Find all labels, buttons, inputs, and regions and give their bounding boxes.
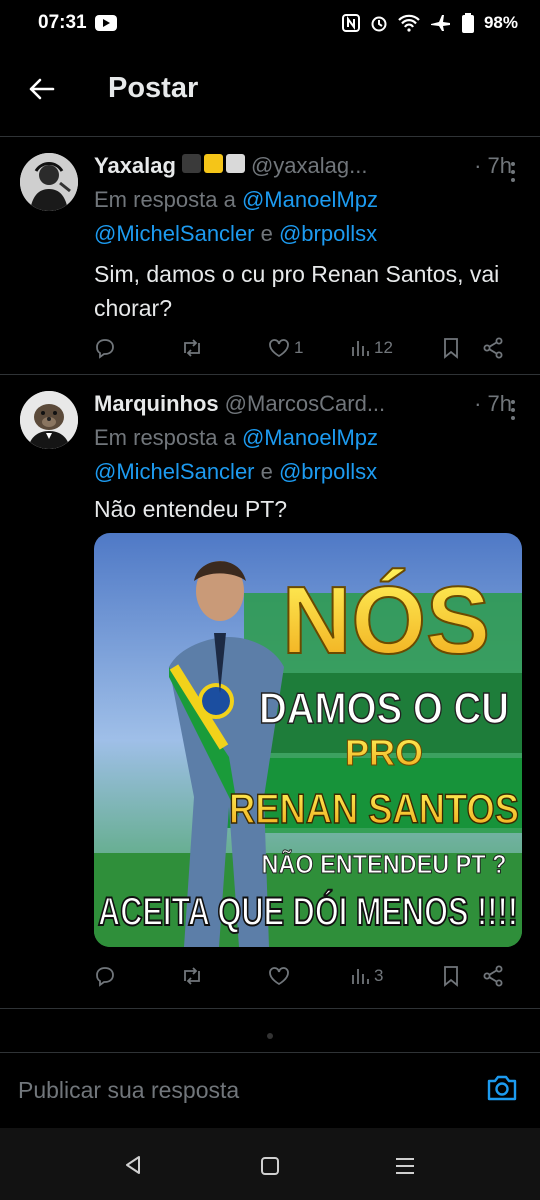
top-bar: Postar (0, 60, 540, 124)
author-handle[interactable]: @MarcosCard... (225, 391, 385, 417)
action-bar: 3 (94, 965, 520, 987)
reply-prefix: Em resposta a (94, 425, 242, 450)
share-button[interactable] (482, 965, 504, 987)
battery-level: 98% (483, 13, 518, 32)
status-bar: 07:31 98% (0, 0, 540, 46)
reply-conjunction: e (254, 459, 279, 484)
views-count: 3 (374, 966, 384, 985)
share-icon (483, 337, 503, 359)
reply-button[interactable] (94, 337, 180, 359)
reply-tweet[interactable]: Yaxalag @yaxalag... · 7h Em resposta a @… (0, 137, 540, 373)
repost-button[interactable] (180, 337, 268, 359)
timestamp[interactable]: · 7h (474, 153, 512, 179)
share-icon (483, 965, 503, 987)
battery-icon (461, 13, 474, 33)
reply-button[interactable] (94, 965, 180, 987)
more-options-icon[interactable] (510, 161, 516, 183)
yellow-square-icon (203, 154, 223, 173)
views-button[interactable]: 3 (350, 966, 442, 986)
bookmark-button[interactable] (442, 337, 482, 359)
alarm-icon (371, 16, 387, 32)
tweet-image[interactable]: NÓS DAMOS O CU PRO RENAN SANTOS NÃO ENTE… (94, 533, 522, 947)
image-caption: PRO (345, 732, 423, 773)
repost-icon (184, 967, 200, 985)
airplane-icon (430, 15, 450, 31)
author-name[interactable]: Marquinhos (94, 391, 219, 417)
like-button[interactable] (268, 966, 350, 986)
author-handle[interactable]: @yaxalag... (251, 153, 368, 179)
views-icon (352, 969, 369, 984)
heart-icon (269, 967, 289, 986)
mention-link[interactable]: @brpollsx (279, 221, 377, 246)
like-count: 1 (294, 338, 304, 357)
reply-input[interactable]: Publicar sua resposta (18, 1077, 239, 1104)
repost-icon (184, 339, 200, 357)
system-nav-bar (0, 1128, 540, 1200)
white-square-icon (225, 154, 245, 173)
avatar[interactable] (20, 153, 78, 211)
repost-button[interactable] (180, 965, 268, 987)
reply-icon (96, 967, 114, 987)
back-arrow-icon[interactable] (26, 74, 58, 106)
more-options-icon[interactable] (510, 399, 516, 421)
mention-link[interactable]: @ManoelMpz (242, 425, 378, 450)
image-caption: RENAN SANTOS (229, 785, 519, 832)
views-count: 12 (374, 338, 393, 357)
wifi-icon (398, 14, 420, 32)
timestamp[interactable]: · 7h (474, 391, 512, 417)
bookmark-icon (444, 966, 458, 987)
tweet-text: Sim, damos o cu pro Renan Santos, vai ch… (94, 261, 500, 321)
nfc-icon (341, 14, 360, 32)
like-button[interactable]: 1 (268, 338, 350, 358)
reply-prefix: Em resposta a (94, 187, 242, 212)
avatar[interactable] (20, 391, 78, 449)
page-title: Postar (108, 72, 199, 104)
mention-link[interactable]: @ManoelMpz (242, 187, 378, 212)
share-button[interactable] (482, 337, 504, 359)
back-nav-icon[interactable] (122, 1154, 144, 1176)
author-name[interactable]: Yaxalag (94, 153, 176, 179)
tweet-text: Não entendeu PT? (94, 496, 288, 522)
emoji-badges (181, 154, 245, 173)
divider (0, 1008, 540, 1009)
bookmark-icon (444, 338, 458, 359)
reply-conjunction: e (254, 221, 279, 246)
views-icon (352, 341, 369, 356)
image-caption: ACEITA QUE DÓI MENOS !!!! (98, 888, 518, 934)
reply-context: Em resposta a @ManoelMpz @MichelSancler … (94, 421, 378, 489)
mention-link[interactable]: @MichelSancler (94, 459, 255, 484)
reply-icon (96, 339, 114, 359)
reply-composer[interactable]: Publicar sua resposta (0, 1052, 540, 1128)
image-caption: DAMOS O CU (259, 684, 509, 733)
reply-context: Em resposta a @ManoelMpz @MichelSancler … (94, 183, 378, 251)
heart-icon (269, 339, 289, 358)
loading-dot (267, 1033, 273, 1039)
reply-tweet[interactable]: Marquinhos @MarcosCard... · 7h Em respos… (0, 375, 540, 1000)
action-bar: 1 12 (94, 337, 520, 359)
mention-link[interactable]: @brpollsx (279, 459, 377, 484)
image-caption: NÓS (282, 567, 490, 674)
black-square-icon (181, 154, 201, 173)
camera-icon[interactable] (486, 1073, 518, 1108)
bookmark-button[interactable] (442, 965, 482, 987)
home-nav-icon[interactable] (260, 1156, 280, 1176)
views-button[interactable]: 12 (350, 338, 442, 358)
youtube-icon (94, 15, 117, 31)
recents-nav-icon[interactable] (394, 1156, 416, 1176)
mention-link[interactable]: @MichelSancler (94, 221, 255, 246)
status-time: 07:31 (38, 12, 87, 33)
image-caption: NÃO ENTENDEU PT ? (262, 849, 507, 879)
